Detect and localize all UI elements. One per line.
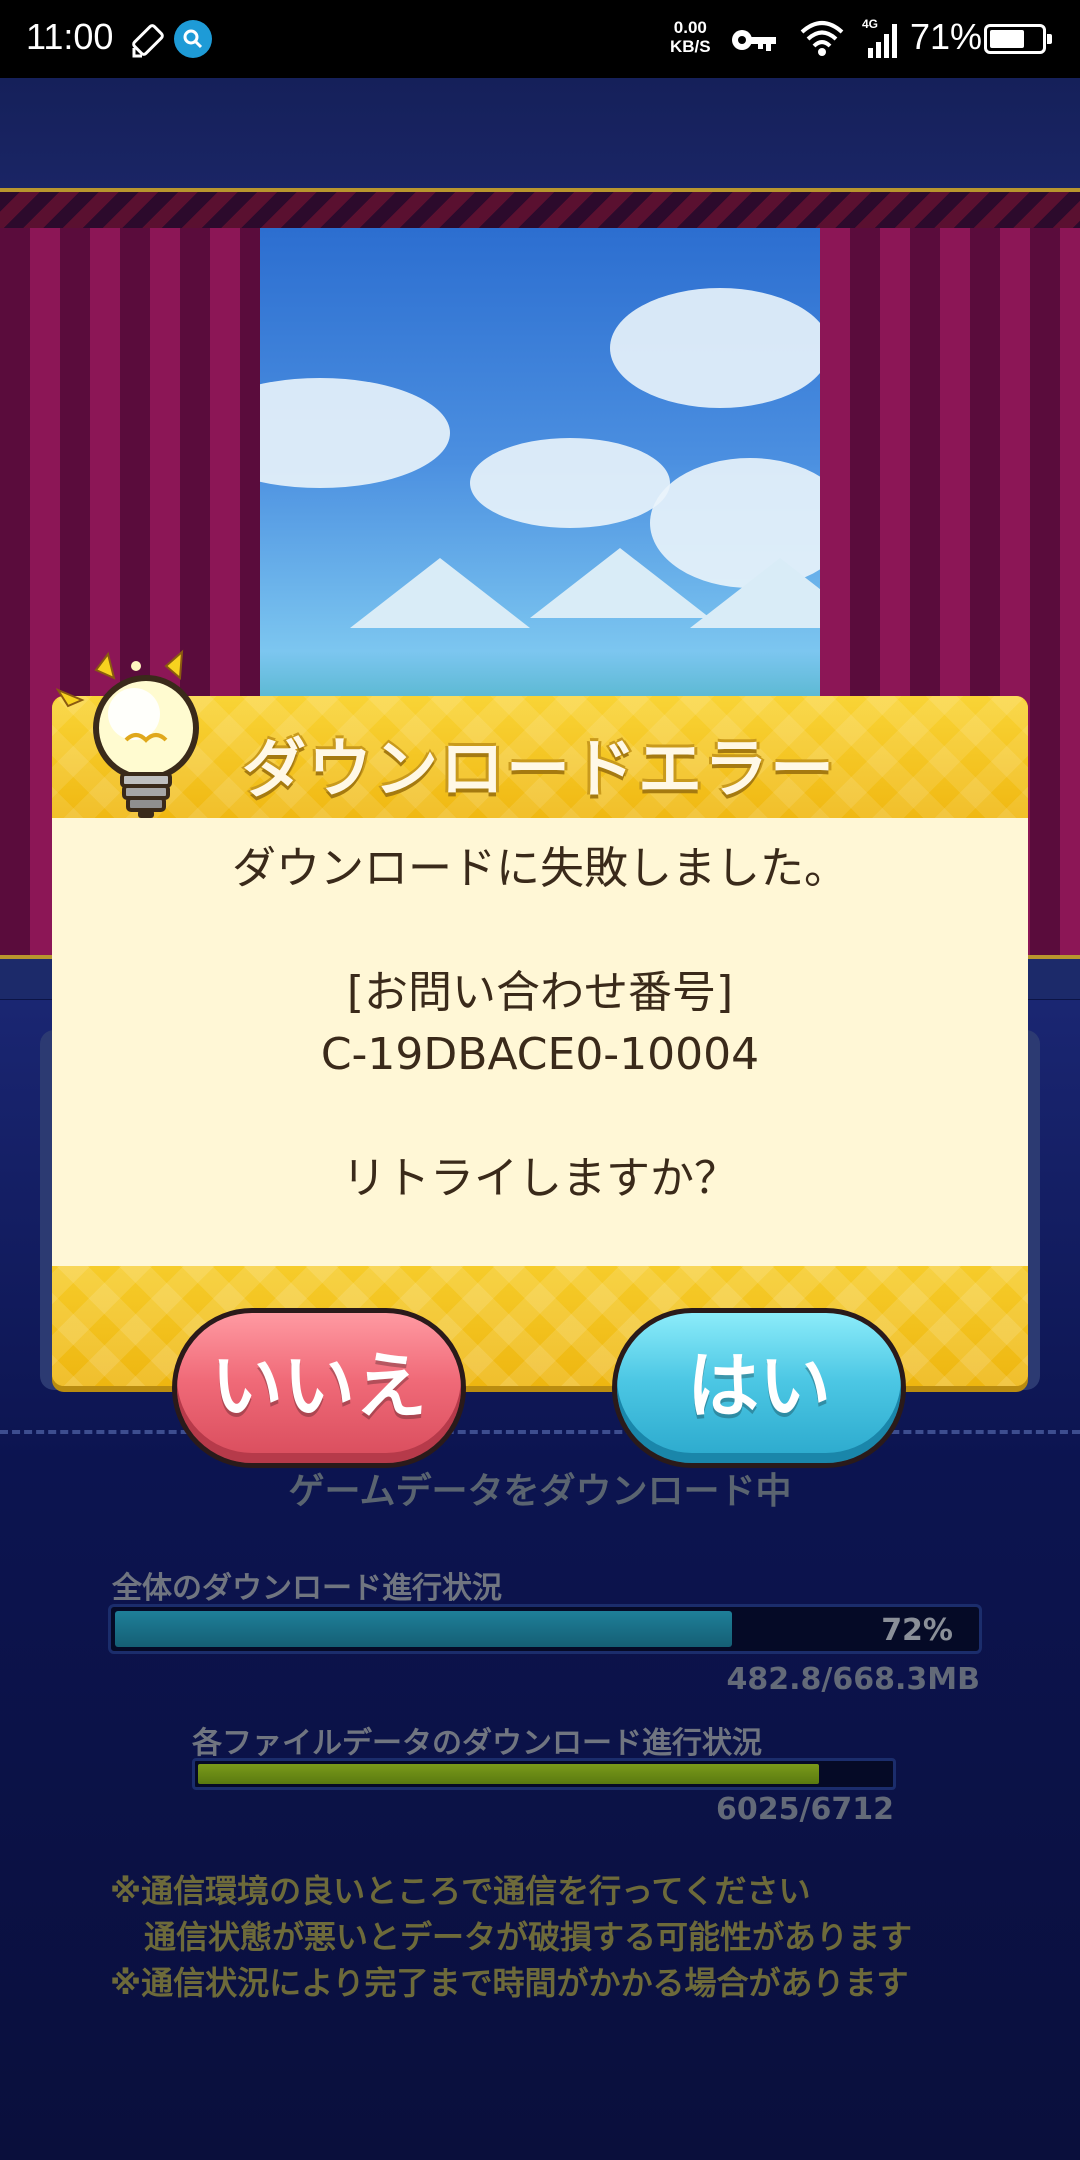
network-speed-unit: KB/S — [670, 37, 711, 56]
overall-progress-bar: 72% — [108, 1604, 982, 1654]
dialog-message: ダウンロードに失敗しました。 — [232, 843, 848, 894]
notes: ※通信環境の良いところで通信を行ってください 通信状態が悪いとデータが破損する可… — [110, 1868, 912, 2006]
search-icon — [174, 20, 212, 58]
key-icon — [732, 30, 776, 51]
overall-size-text: 482.8/668.3MB — [726, 1662, 980, 1697]
battery-percent: 71% — [910, 16, 983, 57]
yes-button-label: はい — [686, 1344, 831, 1428]
file-progress-bar — [192, 1758, 896, 1790]
file-count-text: 6025/6712 — [716, 1792, 894, 1827]
yes-button[interactable]: はい — [612, 1308, 906, 1468]
note-line: ※通信状況により完了まで時間がかかる場合があります — [110, 1964, 909, 2002]
dialog-message-block: ダウンロードに失敗しました。 [お問い合わせ番号] C-19DBACE0-100… — [52, 818, 1028, 1210]
overall-progress-fill — [115, 1611, 732, 1647]
file-progress-fill — [198, 1764, 819, 1784]
overall-progress-percent: 72% — [881, 1613, 953, 1648]
note-line: 通信状態が悪いとデータが破損する可能性があります — [144, 1918, 913, 1956]
note-line: ※通信環境の良いところで通信を行ってください — [110, 1872, 811, 1910]
file-progress-label: 各ファイルデータのダウンロード進行状況 — [192, 1726, 762, 1761]
header-band — [0, 78, 1080, 190]
status-bar: 11:00 0.00 KB/S 4G 71% — [0, 0, 1080, 78]
inquiry-code: C-19DBACE0-10004 — [320, 1029, 760, 1080]
dialog-title: ダウンロードエラー — [242, 733, 836, 807]
battery-level — [990, 30, 1024, 48]
auto-rotate-icon — [132, 24, 164, 58]
lightbulb-icon — [56, 649, 199, 818]
status-time: 11:00 — [26, 16, 114, 57]
dialog-body: ダウンロードに失敗しました。 [お問い合わせ番号] C-19DBACE0-100… — [52, 818, 1028, 1266]
download-title: ゲームデータをダウンロード中 — [288, 1471, 792, 1512]
network-speed-value: 0.00 — [673, 18, 707, 37]
overall-progress-label: 全体のダウンロード進行状況 — [112, 1571, 502, 1606]
signal-icon: 4G — [862, 17, 897, 58]
wifi-icon — [800, 21, 844, 56]
no-button[interactable]: いいえ — [172, 1308, 466, 1468]
network-speed: 0.00 KB/S — [670, 18, 711, 56]
battery-icon — [984, 24, 1052, 54]
network-type-label: 4G — [862, 17, 878, 31]
retry-question: リトライしますか？ — [342, 1153, 738, 1204]
divider — [0, 1430, 1080, 1434]
no-button-label: いいえ — [210, 1344, 427, 1428]
inquiry-label: [お問い合わせ番号] — [346, 967, 734, 1018]
